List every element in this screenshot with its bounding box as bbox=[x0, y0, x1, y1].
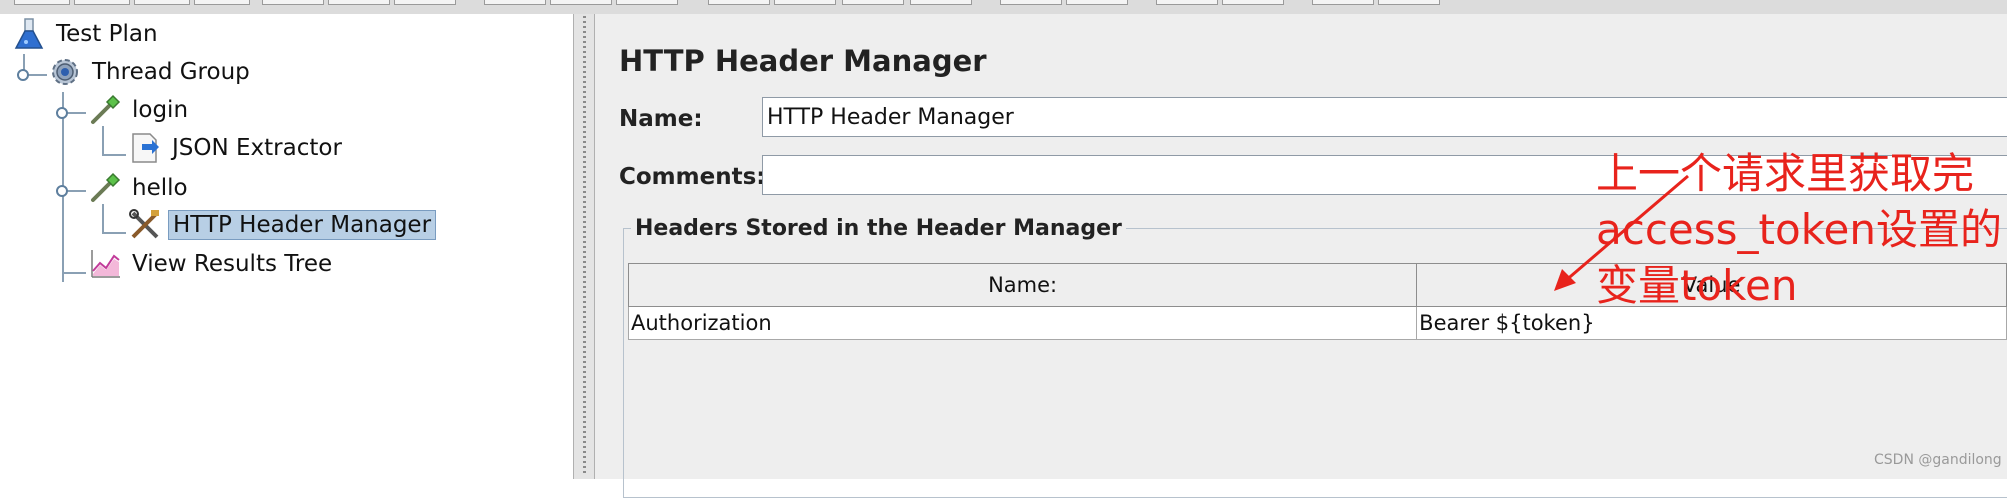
toolbar-button[interactable] bbox=[550, 0, 612, 5]
tree-item-label: Thread Group bbox=[92, 59, 250, 85]
tree-item-label: hello bbox=[132, 175, 188, 201]
page-title: HTTP Header Manager bbox=[619, 44, 987, 78]
extractor-icon bbox=[128, 131, 162, 165]
flask-icon bbox=[12, 17, 46, 51]
tree-expand-handle[interactable] bbox=[56, 107, 68, 119]
tree-item-test-plan[interactable]: Test Plan bbox=[12, 18, 162, 50]
tree-item-label: HTTP Header Manager bbox=[168, 210, 437, 240]
tree-connector bbox=[102, 232, 126, 234]
watermark: CSDN @gandilong bbox=[1874, 452, 2002, 468]
toolbar-button[interactable] bbox=[394, 0, 456, 5]
tree-expand-handle[interactable] bbox=[56, 185, 68, 197]
tree-item-thread-group[interactable]: Thread Group bbox=[48, 56, 254, 88]
tree-item-login[interactable]: login bbox=[88, 94, 192, 126]
tree-expand-handle[interactable] bbox=[17, 69, 29, 81]
tree-item-hello[interactable]: hello bbox=[88, 172, 192, 204]
tree-connector bbox=[62, 272, 86, 274]
tree-item-label: Test Plan bbox=[56, 21, 158, 47]
test-plan-tree: Test Plan Thread Group login JSON Extrac… bbox=[0, 14, 573, 479]
tree-item-http-header-manager[interactable]: HTTP Header Manager bbox=[128, 208, 437, 242]
tree-connector bbox=[102, 204, 104, 234]
gear-icon bbox=[48, 55, 82, 89]
pipette-icon bbox=[88, 93, 122, 127]
tree-connector bbox=[102, 154, 126, 156]
pipette-icon bbox=[88, 171, 122, 205]
tree-item-label: JSON Extractor bbox=[172, 135, 342, 161]
toolbar-button[interactable] bbox=[262, 0, 324, 5]
annotation-line: access_token设置的 bbox=[1596, 205, 2002, 254]
comments-label: Comments: bbox=[619, 164, 766, 190]
toolbar-button[interactable] bbox=[134, 0, 190, 5]
toolbar-button[interactable] bbox=[328, 0, 390, 5]
graph-icon bbox=[88, 247, 122, 281]
toolbar-button[interactable] bbox=[74, 0, 130, 5]
toolbar-button[interactable] bbox=[484, 0, 546, 5]
header-name-cell[interactable]: Authorization bbox=[627, 306, 1418, 340]
toolbar-button[interactable] bbox=[1156, 0, 1218, 5]
tree-item-label: login bbox=[132, 97, 189, 123]
toolbar-button[interactable] bbox=[910, 0, 972, 5]
tree-item-json-extractor[interactable]: JSON Extractor bbox=[128, 132, 346, 164]
tree-connector bbox=[102, 126, 104, 156]
annotation-line: 变量token bbox=[1596, 261, 1798, 310]
headers-group-title: Headers Stored in the Header Manager bbox=[631, 216, 1126, 241]
toolbar-button[interactable] bbox=[1000, 0, 1062, 5]
toolbar-button[interactable] bbox=[616, 0, 678, 5]
toolbar-button[interactable] bbox=[708, 0, 770, 5]
pane-splitter[interactable] bbox=[573, 14, 595, 479]
annotation-text: 上一个请求里获取完 access_token设置的 变量token bbox=[1596, 146, 2002, 314]
column-header-name[interactable]: Name: bbox=[627, 263, 1418, 307]
toolbar-button[interactable] bbox=[1222, 0, 1284, 5]
toolbar-button[interactable] bbox=[1066, 0, 1128, 5]
toolbar-button[interactable] bbox=[774, 0, 836, 5]
toolbar-button[interactable] bbox=[14, 0, 70, 5]
toolbar-button[interactable] bbox=[1312, 0, 1374, 5]
tree-item-view-results-tree[interactable]: View Results Tree bbox=[88, 248, 336, 280]
tools-icon bbox=[128, 208, 162, 242]
toolbar-button[interactable] bbox=[194, 0, 250, 5]
name-label: Name: bbox=[619, 106, 703, 132]
tree-item-label: View Results Tree bbox=[132, 251, 333, 277]
annotation-line: 上一个请求里获取完 bbox=[1596, 149, 1975, 198]
toolbar-button[interactable] bbox=[842, 0, 904, 5]
splitter-grip bbox=[583, 16, 586, 476]
name-field[interactable] bbox=[762, 97, 2007, 137]
toolbar-button[interactable] bbox=[1378, 0, 1440, 5]
